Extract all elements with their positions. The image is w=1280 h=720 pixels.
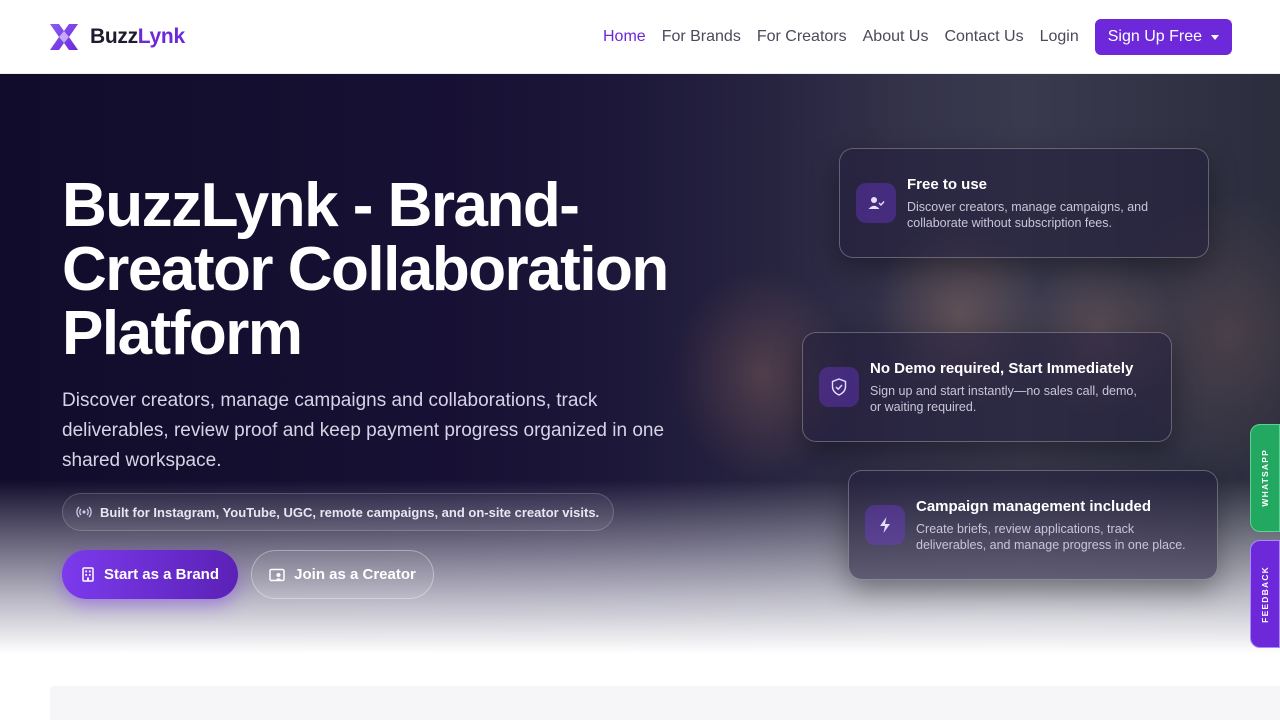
shield-check-icon	[819, 367, 859, 407]
feature-title: Campaign management included	[916, 498, 1152, 515]
sign-up-free-button[interactable]: Sign Up Free	[1094, 19, 1232, 55]
hero-section: BuzzLynk - Brand-Creator Collaboration P…	[0, 74, 1280, 654]
lightning-icon	[865, 505, 905, 545]
brand-name-part2: Lynk	[137, 25, 185, 48]
brand-logo-link[interactable]: BuzzLynk	[48, 22, 185, 52]
join-as-creator-label: Join as a Creator	[294, 566, 416, 583]
platforms-note-text: Built for Instagram, YouTube, UGC, remot…	[100, 504, 600, 520]
x-logo-icon	[50, 24, 78, 50]
nav-contact-us[interactable]: Contact Us	[944, 19, 1023, 55]
broadcast-icon	[76, 506, 92, 518]
nav-login[interactable]: Login	[1040, 19, 1079, 55]
brand-name: BuzzLynk	[90, 25, 185, 49]
building-icon	[82, 567, 94, 582]
creator-card-icon	[269, 568, 285, 581]
feature-card-free: Free to use Discover creators, manage ca…	[839, 148, 1209, 258]
nav-for-brands[interactable]: For Brands	[662, 19, 741, 55]
hero-subtitle: Discover creators, manage campaigns and …	[62, 390, 665, 471]
whatsapp-tab[interactable]: WHATSAPP	[1250, 424, 1280, 532]
caret-down-icon	[1211, 34, 1219, 40]
feature-description: Discover creators, manage campaigns, and…	[907, 200, 1149, 230]
navbar: BuzzLynk Home For Brands For Creators Ab…	[0, 0, 1280, 74]
feedback-tab[interactable]: FEEDBACK	[1250, 540, 1280, 648]
feature-description: Create briefs, review applications, trac…	[916, 522, 1186, 552]
nav-for-creators[interactable]: For Creators	[757, 19, 847, 55]
user-check-icon	[856, 183, 896, 223]
feature-card-no-demo: No Demo required, Start Immediately Sign…	[802, 332, 1172, 442]
join-as-creator-button[interactable]: Join as a Creator	[251, 550, 434, 599]
feature-card-campaign: Campaign management included Create brie…	[848, 470, 1218, 580]
start-as-brand-label: Start as a Brand	[103, 566, 220, 583]
brand-name-part1: Buzz	[90, 25, 138, 48]
nav-home[interactable]: Home	[603, 19, 646, 55]
feature-title: Free to use	[907, 176, 988, 193]
feature-title: No Demo required, Start Immediately	[870, 360, 1134, 377]
feedback-tab-label: FEEDBACK	[1260, 565, 1270, 623]
feature-description: Sign up and start instantly—no sales cal…	[870, 384, 1137, 414]
sign-up-free-label: Sign Up Free	[1107, 28, 1202, 45]
next-section-strip	[50, 686, 1280, 720]
nav-about-us[interactable]: About Us	[863, 19, 929, 55]
hero-title: BuzzLynk - Brand-Creator Collaboration P…	[62, 171, 669, 368]
whatsapp-tab-label: WHATSAPP	[1260, 449, 1270, 507]
start-as-brand-button[interactable]: Start as a Brand	[62, 550, 238, 599]
platforms-note-pill: Built for Instagram, YouTube, UGC, remot…	[62, 493, 615, 531]
main-nav: Home For Brands For Creators About Us Co…	[587, 19, 1232, 55]
